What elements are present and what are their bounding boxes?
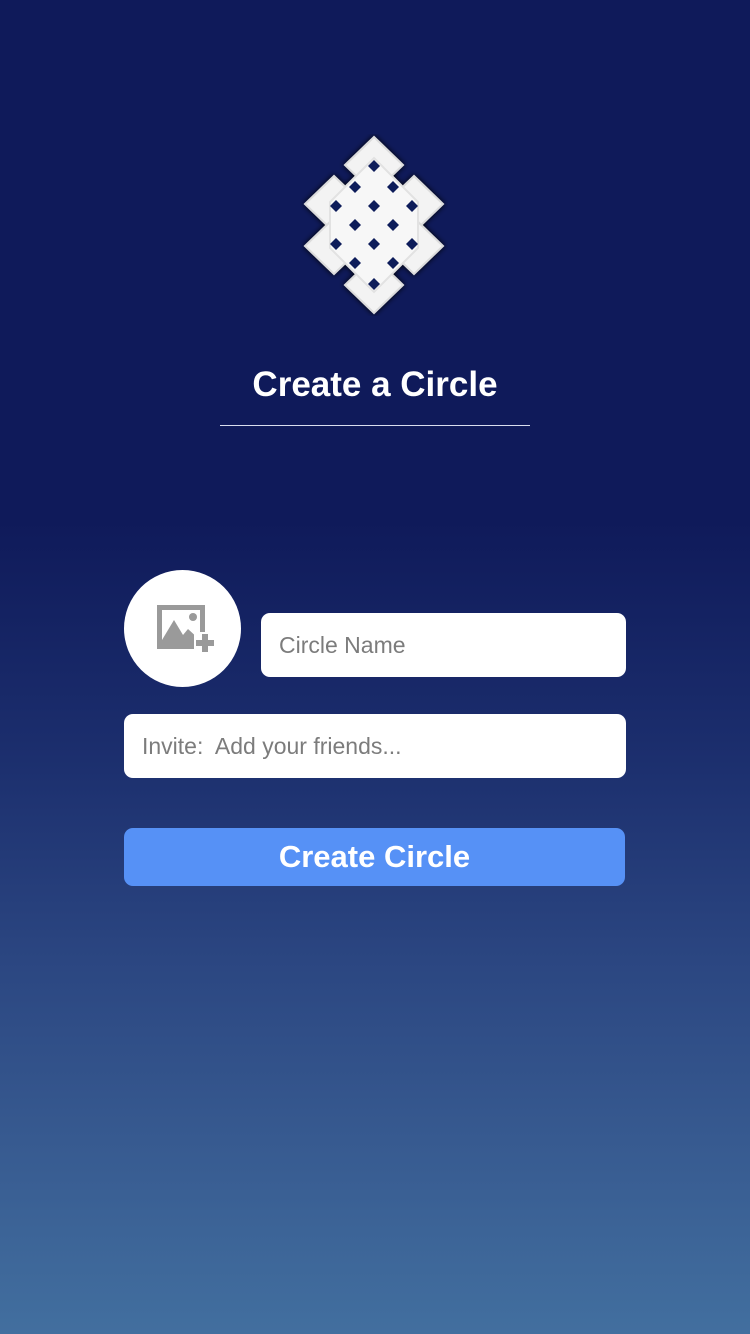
circle-name-input[interactable] [261, 613, 626, 677]
page-title: Create a Circle [252, 365, 498, 404]
create-circle-button[interactable]: Create Circle [124, 828, 625, 886]
add-photo-icon [156, 604, 216, 654]
invite-friends-input[interactable] [124, 714, 626, 778]
add-photo-button[interactable] [124, 570, 241, 687]
title-divider [220, 425, 530, 426]
app-logo [300, 134, 448, 316]
endless-knot-icon [303, 135, 445, 315]
